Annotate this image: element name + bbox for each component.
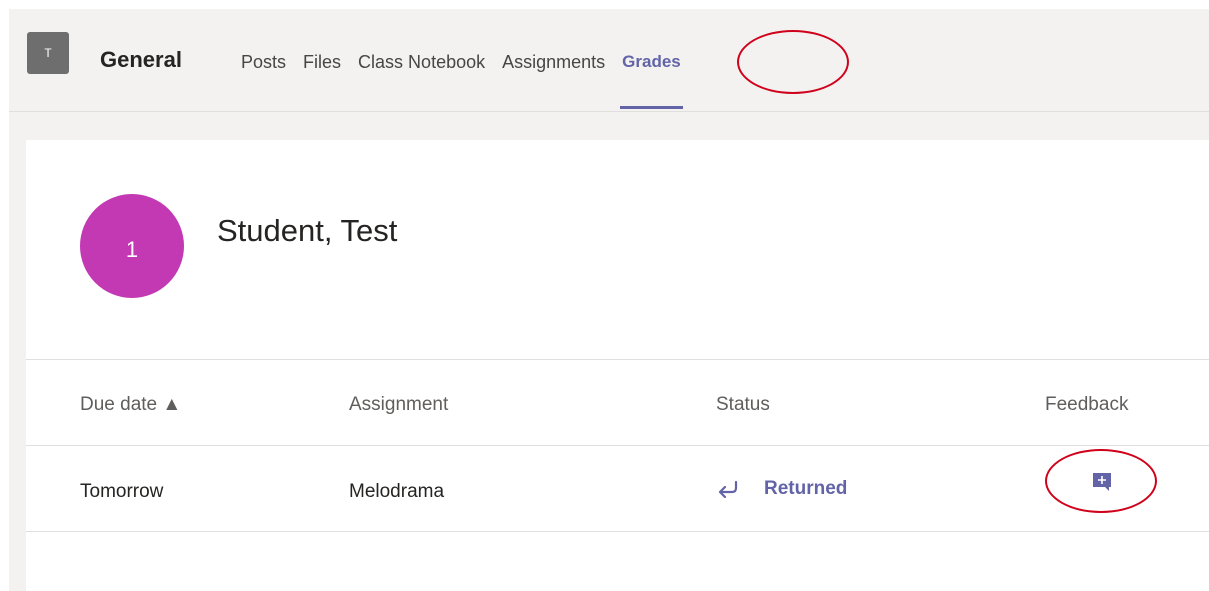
- cell-due-date: Tomorrow: [80, 481, 164, 502]
- channel-header: T General Posts Files Class Notebook Ass…: [9, 9, 1209, 112]
- column-header-due-date[interactable]: Due date ▲: [80, 393, 181, 417]
- column-header-assignment: Assignment: [349, 394, 449, 415]
- cell-assignment[interactable]: Melodrama: [349, 480, 444, 504]
- divider: [26, 445, 1209, 446]
- grades-card: 1 Student, Test Due date ▲ Assignment St…: [26, 140, 1209, 591]
- tab-posts[interactable]: Posts: [241, 51, 286, 73]
- tab-assignments[interactable]: Assignments: [502, 51, 605, 73]
- tab-grades[interactable]: Grades: [620, 51, 683, 109]
- divider: [26, 531, 1209, 532]
- student-name: Student, Test: [217, 213, 398, 248]
- add-feedback-icon: [1093, 473, 1111, 491]
- return-arrow-icon: [718, 480, 738, 498]
- tab-class-notebook[interactable]: Class Notebook: [358, 51, 485, 73]
- status-returned: Returned: [716, 478, 847, 500]
- divider: [26, 359, 1209, 360]
- status-label: Returned: [764, 478, 848, 499]
- column-header-status: Status: [716, 394, 770, 415]
- tab-files[interactable]: Files: [303, 51, 341, 73]
- student-avatar: 1: [80, 194, 184, 298]
- team-avatar[interactable]: T: [27, 32, 69, 74]
- column-header-feedback: Feedback: [1045, 394, 1129, 415]
- left-margin: [0, 0, 9, 591]
- top-margin: [0, 0, 1209, 9]
- tab-bar: Posts Files Class Notebook Assignments G…: [241, 51, 698, 109]
- app-frame: T General Posts Files Class Notebook Ass…: [0, 0, 1209, 591]
- channel-title: General: [100, 47, 182, 72]
- add-feedback-button[interactable]: [1091, 471, 1113, 493]
